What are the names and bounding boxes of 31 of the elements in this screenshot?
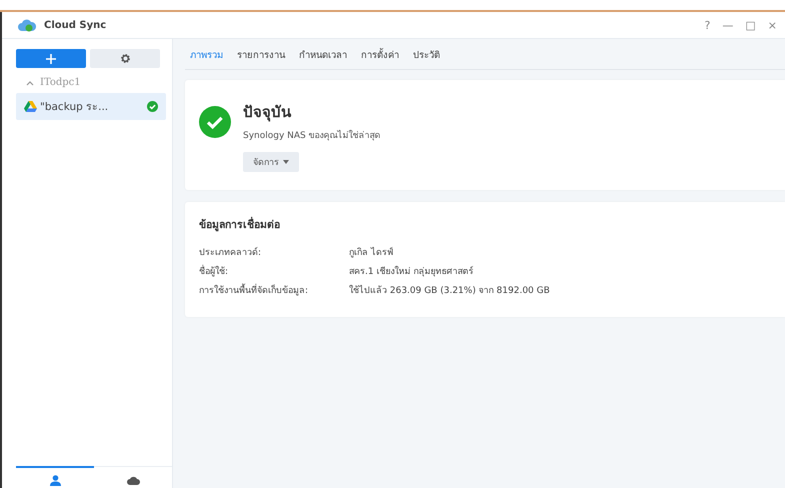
tab[interactable]: ประวัติ	[408, 42, 445, 66]
window-title: Cloud Sync	[44, 20, 106, 30]
tab[interactable]: กำหนดเวลา	[294, 42, 352, 66]
tab[interactable]: การตั้งค่า	[356, 42, 404, 66]
drive-icon	[24, 101, 37, 112]
settings-button[interactable]	[90, 49, 160, 68]
field-value: กูเกิล ไดรฟ์	[349, 246, 394, 259]
tab[interactable]: รายการงาน	[232, 42, 290, 66]
window-control-button[interactable]: ×	[764, 18, 781, 32]
status-title: ปัจจุบัน	[243, 102, 291, 124]
section-title: ข้อมูลการเชื่อมต่อ	[199, 216, 771, 233]
field-label: ชื่อผู้ใช้:	[199, 264, 349, 278]
plus-icon	[46, 54, 56, 64]
window-control-button[interactable]: —	[718, 18, 738, 32]
field-value: สคร.1 เชียงใหม่ กลุ่มยุทธศาสตร์	[349, 264, 474, 278]
field-value: ใช้ไปแล้ว 263.09 GB (3.21%) จาก 8192.00 GB	[349, 284, 551, 297]
settings-icon	[120, 53, 130, 64]
cloud-icon	[126, 476, 140, 485]
group-label: ITodpc1	[40, 77, 81, 88]
task-item[interactable]: "backup ระ...	[16, 93, 166, 120]
status-message: Synology NAS ของคุณไม่ใช่ล่าสุด	[243, 128, 381, 142]
window-control-button[interactable]: □	[741, 18, 760, 32]
user-tab[interactable]	[16, 466, 94, 488]
field-label: การใช้งานพื้นที่จัดเก็บข้อมูล:	[199, 283, 349, 297]
field-label: ประเภทคลาวด์:	[199, 246, 262, 259]
cloud-icon	[18, 18, 36, 32]
manage-button[interactable]: จัดการ	[243, 152, 299, 172]
window-control-button[interactable]: ?	[700, 18, 714, 32]
caret-icon	[283, 160, 289, 164]
user-icon	[50, 475, 60, 486]
tab[interactable]: ภาพรวม	[185, 42, 228, 66]
